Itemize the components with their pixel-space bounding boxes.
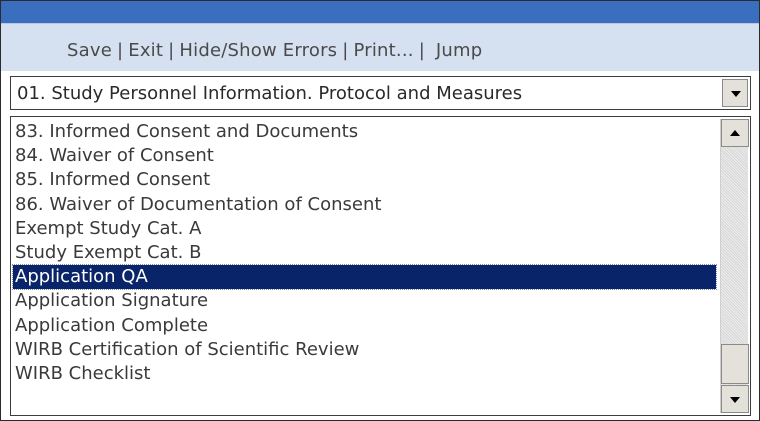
scroll-thumb[interactable]	[721, 344, 749, 384]
list-item[interactable]: 86. Waiver of Documentation of Consent	[13, 193, 716, 217]
list-item[interactable]: Exempt Study Cat. A	[13, 217, 716, 241]
hide-show-errors-link[interactable]: Hide/Show Errors	[179, 40, 337, 61]
scroll-up-button[interactable]	[721, 119, 749, 147]
section-select-dropdown-button[interactable]	[722, 79, 748, 107]
header-bar	[1, 1, 759, 23]
list-item[interactable]: 83. Informed Consent and Documents	[13, 120, 716, 144]
list-item[interactable]: WIRB Checklist	[13, 362, 716, 386]
list-item-selected[interactable]: Application QA	[12, 264, 717, 291]
section-select[interactable]: 01. Study Personnel Information. Protoco…	[10, 76, 751, 110]
save-link[interactable]: Save	[67, 40, 112, 61]
listbox-scrollbar[interactable]	[720, 119, 749, 413]
section-select-value: 01. Study Personnel Information. Protoco…	[17, 83, 523, 104]
listbox-items: 83. Informed Consent and Documents 84. W…	[12, 120, 717, 386]
arrow-down-icon	[730, 397, 740, 403]
list-item[interactable]: 85. Informed Consent	[13, 168, 716, 192]
list-item[interactable]: 84. Waiver of Consent	[13, 144, 716, 168]
list-item[interactable]: WIRB Certification of Scientific Review	[13, 338, 716, 362]
toolbar-separator: |	[116, 40, 124, 61]
scroll-down-button[interactable]	[721, 385, 749, 413]
toolbar-separator: |	[418, 40, 425, 61]
toolbar-separator: |	[168, 40, 175, 61]
section-listbox[interactable]: 83. Informed Consent and Documents 84. W…	[10, 116, 751, 416]
chevron-down-icon	[731, 91, 741, 97]
toolbar-separator: |	[342, 40, 349, 61]
toolbar: Save | Exit | Hide/Show Errors | Print... | Jum…	[1, 23, 759, 71]
list-item[interactable]: Application Signature	[13, 289, 716, 313]
list-item[interactable]: Application Complete	[13, 314, 716, 338]
print-link[interactable]: Print...	[354, 40, 414, 61]
list-item[interactable]: Study Exempt Cat. B	[13, 241, 716, 265]
arrow-up-icon	[730, 130, 740, 136]
exit-link[interactable]: Exit	[128, 40, 163, 61]
toolbar-links: Save | Exit | Hide/Show Errors | Print... | Jum…	[67, 40, 482, 61]
jump-link[interactable]: Jump	[436, 40, 482, 61]
page-frame: Save | Exit | Hide/Show Errors | Print... | Jum…	[0, 0, 760, 421]
